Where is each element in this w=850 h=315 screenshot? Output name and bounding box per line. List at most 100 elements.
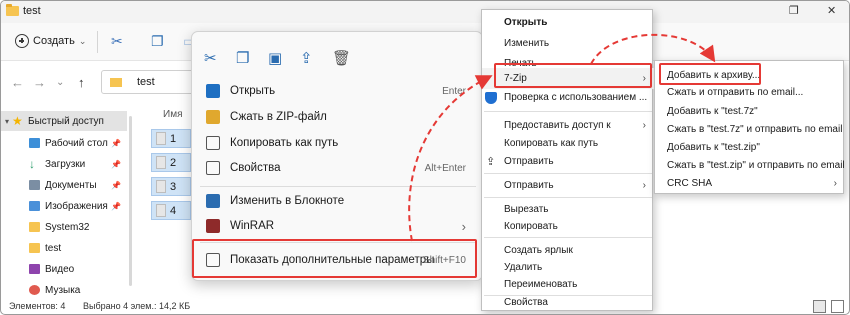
nav-item-label: Изображения	[45, 200, 108, 212]
menu-divider	[200, 186, 476, 187]
submenu-item-add-7z[interactable]: Добавить к "test.7z"	[655, 102, 845, 120]
classic-item-edit[interactable]: Изменить	[482, 35, 654, 52]
nav-item-quick-access[interactable]: ▾ ★ Быстрый доступ	[1, 111, 127, 131]
status-selection: Выбрано 4 элем.: 14,2 КБ	[83, 301, 191, 311]
details-view-button[interactable]	[813, 300, 826, 313]
cut-icon[interactable]: ✂	[111, 33, 123, 50]
file-item[interactable]: 3	[151, 177, 191, 196]
classic-item-give-access[interactable]: Предоставить доступ к ›	[482, 117, 654, 134]
nav-item-videos[interactable]: Видео	[1, 259, 127, 279]
file-item[interactable]: 1	[151, 129, 191, 148]
copy-icon[interactable]: ❐	[236, 49, 249, 67]
column-header-name[interactable]: Имя	[163, 109, 182, 120]
menu-item-label: Копировать как путь	[230, 137, 339, 149]
pin-icon: 📌	[111, 180, 121, 190]
folder-icon	[110, 78, 122, 87]
nav-item-label: System32	[45, 221, 90, 233]
file-item[interactable]: 4	[151, 201, 191, 220]
menu-item-label: Предоставить доступ к	[504, 120, 611, 131]
menu-item-label: Отправить	[504, 180, 554, 191]
menu-item-label: Открыть	[230, 85, 276, 97]
share-icon[interactable]: ⇪	[300, 49, 313, 67]
pictures-icon	[29, 201, 40, 211]
star-icon: ★	[12, 114, 23, 128]
submenu-item-zip-email[interactable]: Сжать в "test.zip" и отправить по email	[655, 156, 845, 174]
nav-item-system32[interactable]: System32	[1, 217, 127, 237]
menu-item-label: Создать ярлык	[504, 245, 573, 256]
submenu-item-crc-sha[interactable]: CRC SHA ›	[655, 174, 845, 192]
title-bar: test ❐ ✕	[1, 1, 849, 23]
status-bar: Элементов: 4 Выбрано 4 элем.: 14,2 КБ	[1, 297, 849, 314]
menu-item-label: Добавить к "test.zip"	[667, 141, 760, 153]
menu-item-label: Отправить	[504, 156, 554, 167]
file-name: 1	[170, 132, 177, 145]
classic-item-open[interactable]: Открыть	[482, 14, 654, 31]
classic-item-copy-path[interactable]: Копировать как путь	[482, 135, 654, 152]
address-path: test	[137, 76, 155, 88]
menu-item-edit-notepad[interactable]: Изменить в Блокноте	[200, 189, 476, 213]
download-icon: ↓	[29, 157, 35, 171]
file-icon	[156, 204, 166, 217]
menu-item-compress-zip[interactable]: Сжать в ZIP-файл	[200, 105, 476, 129]
classic-item-rename[interactable]: Переименовать	[482, 276, 654, 293]
chevron-down-icon: ⌄	[78, 35, 87, 46]
highlight-add-to-archive	[659, 63, 761, 85]
copy-icon[interactable]: ❐	[151, 33, 164, 50]
file-icon	[156, 180, 166, 193]
nav-item-label: Музыка	[45, 284, 81, 296]
restore-button[interactable]: ❐	[789, 4, 799, 17]
nav-scrollbar[interactable]	[129, 116, 132, 286]
back-icon[interactable]: ←	[11, 75, 24, 90]
menu-item-open[interactable]: Открыть Enter	[200, 79, 476, 103]
classic-item-cut[interactable]: Вырезать	[482, 201, 654, 218]
nav-item-test[interactable]: test	[1, 238, 127, 258]
menu-item-properties[interactable]: Свойства Alt+Enter	[200, 156, 476, 180]
rename-icon[interactable]: ▣	[268, 49, 282, 67]
nav-item-pictures[interactable]: Изображения 📌	[1, 196, 127, 216]
create-label: Создать	[33, 35, 75, 47]
notepad-icon	[206, 194, 220, 208]
menu-item-label: Копировать	[504, 221, 558, 232]
classic-item-copy[interactable]: Копировать	[482, 218, 654, 235]
menu-item-winrar[interactable]: WinRAR ›	[200, 214, 476, 238]
nav-item-downloads[interactable]: ↓ Загрузки 📌	[1, 154, 127, 174]
classic-item-delete[interactable]: Удалить	[482, 259, 654, 276]
highlight-7zip	[494, 63, 652, 88]
chevron-right-icon: ›	[833, 177, 837, 189]
menu-item-label: WinRAR	[230, 220, 275, 232]
desktop-icon	[29, 138, 40, 148]
window-title: test	[23, 5, 41, 17]
screenshot-frame: test ❐ ✕ Создать ⌄ ✂ ❐ ▭ ← → ⌄ ↑ test ▾ …	[0, 0, 850, 315]
nav-item-desktop[interactable]: Рабочий стол 📌	[1, 133, 127, 153]
copy-path-icon	[206, 136, 220, 150]
nav-item-documents[interactable]: Документы 📌	[1, 175, 127, 195]
folder-icon	[29, 243, 40, 253]
create-button[interactable]: Создать ⌄	[15, 34, 86, 48]
delete-icon[interactable]: 🗑	[332, 49, 351, 67]
classic-item-share[interactable]: ⇪ Отправить	[482, 153, 654, 170]
cut-icon[interactable]: ✂	[204, 49, 217, 67]
recent-dropdown-icon[interactable]: ⌄	[56, 77, 64, 88]
menu-item-label: Проверка с использованием ...	[504, 92, 648, 103]
menu-divider	[484, 197, 652, 198]
address-bar[interactable]: test	[101, 70, 201, 94]
classic-item-properties[interactable]: Свойства	[482, 294, 654, 311]
menu-item-label: Сжать в "test.7z" и отправить по email	[667, 123, 843, 135]
submenu-item-7z-email[interactable]: Сжать в "test.7z" и отправить по email	[655, 120, 845, 138]
forward-icon[interactable]: →	[33, 75, 46, 90]
tiles-view-button[interactable]	[831, 300, 844, 313]
submenu-item-add-zip[interactable]: Добавить к "test.zip"	[655, 138, 845, 156]
classic-item-create-shortcut[interactable]: Создать ярлык	[482, 242, 654, 259]
share-icon: ⇪	[486, 156, 496, 168]
submenu-item-compress-email[interactable]: Сжать и отправить по email...	[655, 83, 845, 101]
close-button[interactable]: ✕	[827, 4, 836, 17]
chevron-right-icon: ›	[461, 218, 466, 234]
file-item[interactable]: 2	[151, 153, 191, 172]
up-icon[interactable]: ↑	[78, 75, 85, 90]
menu-item-label: Изменить в Блокноте	[230, 195, 345, 207]
pin-icon: 📌	[111, 159, 121, 169]
documents-icon	[29, 180, 40, 190]
menu-item-copy-path[interactable]: Копировать как путь	[200, 131, 476, 155]
classic-item-defender-scan[interactable]: Проверка с использованием ...	[482, 89, 654, 106]
classic-item-send-to[interactable]: Отправить ›	[482, 177, 654, 194]
